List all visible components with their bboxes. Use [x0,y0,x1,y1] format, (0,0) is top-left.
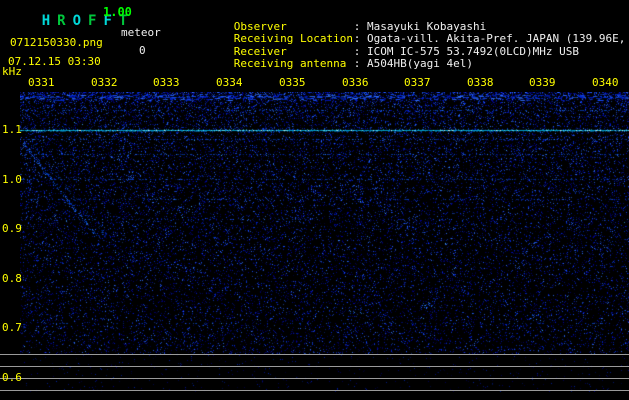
x-tick-label: 0340 [592,76,619,89]
x-tick-label: 0335 [279,76,306,89]
y-tick-label: 1.1 [2,123,22,136]
y-axis-unit-label: kHz [2,65,22,78]
y-tick-label: 1.0 [2,173,22,186]
title-letter: O [72,13,82,29]
x-tick-label: 0337 [404,76,431,89]
app-version: 1.00 [103,5,132,19]
hrofft-window: HROFFT 1.00 0712150330.png meteor 0 07.1… [0,0,629,400]
x-tick-label: 0332 [91,76,118,89]
y-tick-label: 0.7 [2,321,22,334]
x-tick-label: 0333 [153,76,180,89]
y-tick-label: 0.9 [2,222,22,235]
info-row-observer: Observer: Masayuki Kobayashi [176,6,629,33]
x-tick-label: 0331 [28,76,55,89]
meteor-count: 0 [139,44,146,57]
title-letter: R [57,13,66,29]
level-gridline [0,366,629,367]
output-filename: 0712150330.png [10,36,103,49]
x-tick-label: 0338 [467,76,494,89]
level-gridline [0,378,629,379]
level-gridline [0,354,629,355]
y-tick-label: 0.8 [2,272,22,285]
mode-label: meteor [121,26,161,39]
observer-info-block: Observer: Masayuki Kobayashi Receiving L… [176,6,629,70]
level-gridline [0,390,629,391]
y-tick-label: 0.6 [2,371,22,384]
x-tick-label: 0334 [216,76,243,89]
x-tick-label: 0336 [342,76,369,89]
x-tick-label: 0339 [529,76,556,89]
info-value: : A504HB(yagi 4el) [353,57,474,70]
title-letter: H [41,13,51,29]
spectrogram-canvas [20,92,629,392]
info-label: Receiving antenna [233,57,347,70]
datetime-label: 07.12.15 03:30 [8,55,101,68]
title-letter: F [88,13,97,29]
